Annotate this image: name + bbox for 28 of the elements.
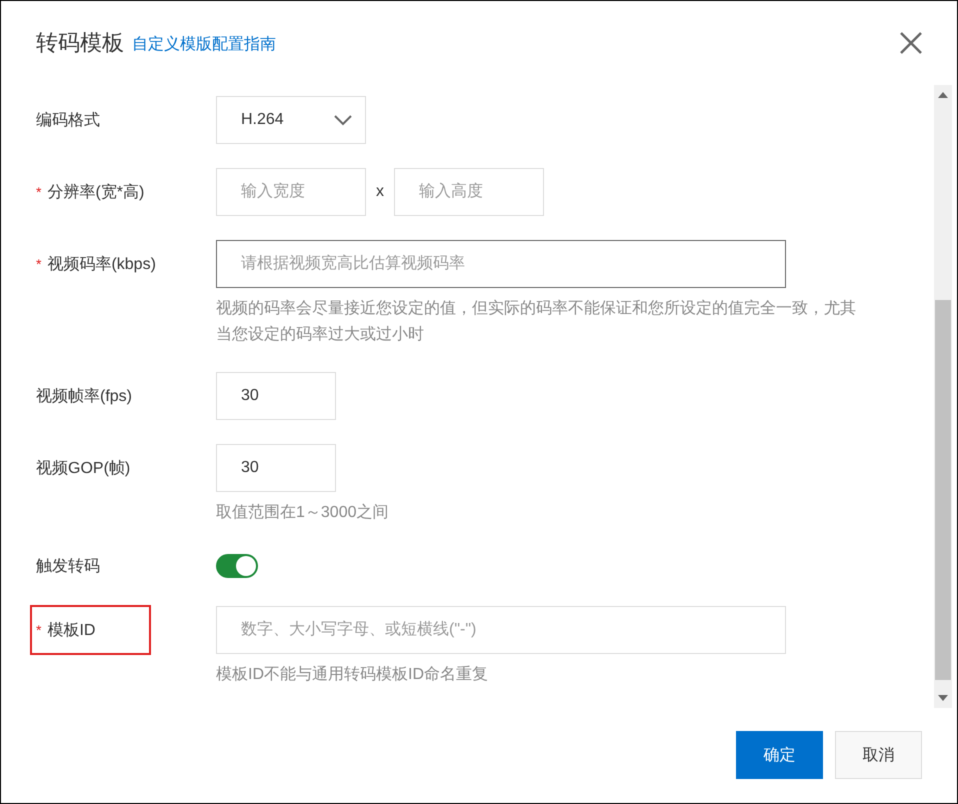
confirm-button[interactable]: 确定: [736, 731, 823, 779]
number-field[interactable]: 30: [216, 372, 336, 420]
field-label: * 视频码率(kbps): [36, 254, 156, 274]
field-label: 视频GOP(帧): [36, 458, 130, 478]
field-label: * 分辨率(宽*高): [36, 182, 144, 202]
scrollbar[interactable]: [934, 85, 952, 708]
field-label: 编码格式: [36, 110, 100, 130]
close-icon[interactable]: [899, 31, 923, 55]
scrollbar-thumb[interactable]: [935, 300, 951, 680]
help-text: 取值范围在1～3000之间: [216, 502, 390, 523]
help-text: 视频的码率会尽量接近您设定的值，但实际的码率不能保证和您所设定的值完全一致，尤其当您设定的码率过大或过小时: [216, 298, 857, 345]
number-field[interactable]: 30: [216, 444, 336, 492]
scroll-up-icon[interactable]: [938, 91, 948, 99]
field-label: * 模板ID: [30, 605, 151, 655]
input-field[interactable]: 请根据视频宽高比估算视频码率: [216, 240, 786, 288]
guide-link[interactable]: 自定义模版配置指南: [132, 34, 276, 54]
toggle-switch[interactable]: [216, 554, 258, 578]
field-label: 触发转码: [36, 556, 100, 576]
separator-text: x: [376, 183, 384, 201]
height-field[interactable]: 输入高度: [394, 168, 544, 216]
help-text: 模板ID不能与通用转码模板ID命名重复: [216, 664, 489, 685]
dialog-title: 转码模板: [36, 29, 124, 57]
field-label: 视频帧率(fps): [36, 386, 132, 406]
scroll-down-icon[interactable]: [938, 694, 948, 702]
chevron-down-icon: [333, 114, 353, 126]
codec-select[interactable]: H.264: [216, 96, 366, 144]
cancel-button[interactable]: 取消: [835, 731, 922, 779]
width-field[interactable]: 输入宽度: [216, 168, 366, 216]
